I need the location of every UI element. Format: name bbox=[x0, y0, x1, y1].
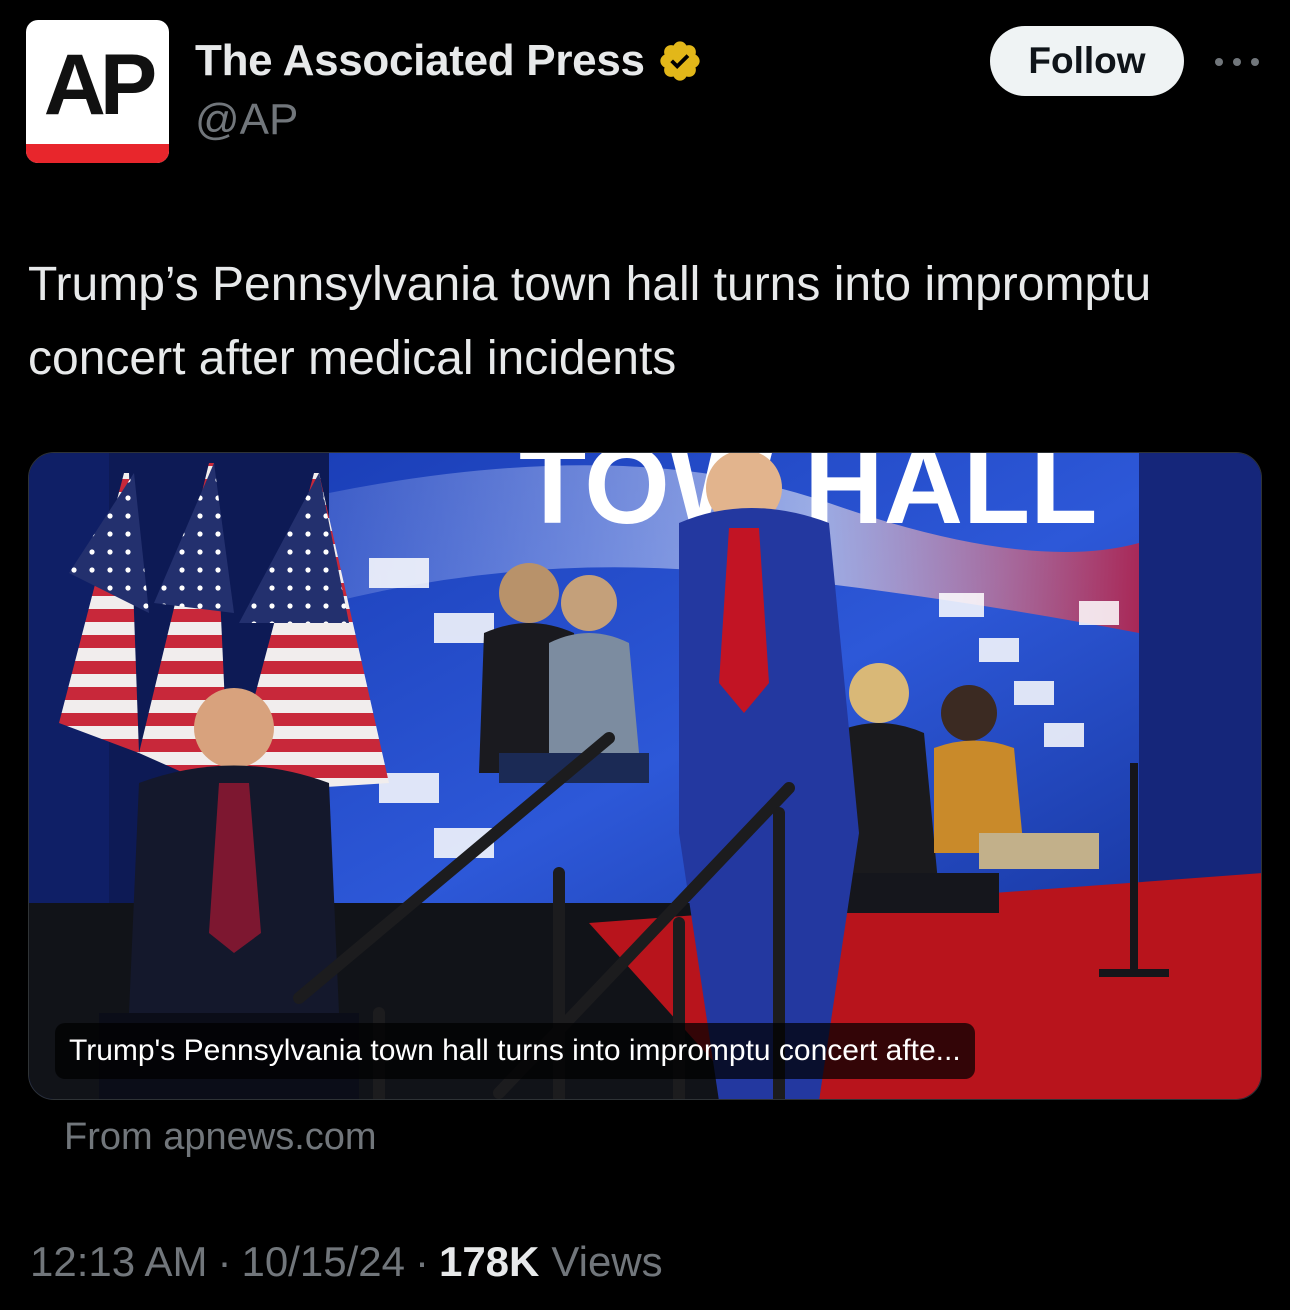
author-name-row[interactable]: The Associated Press bbox=[195, 36, 703, 86]
post-date[interactable]: 10/15/24 bbox=[241, 1238, 405, 1286]
link-source[interactable]: From apnews.com bbox=[64, 1116, 377, 1159]
tweet-meta: 12:13 AM · 10/15/24 · 178K Views bbox=[30, 1238, 663, 1286]
author-name[interactable]: The Associated Press bbox=[195, 36, 645, 86]
avatar[interactable]: AP bbox=[26, 20, 169, 163]
meta-separator: · bbox=[414, 1238, 429, 1285]
ap-logo: AP bbox=[43, 37, 157, 133]
article-photo: TOW HALL bbox=[29, 453, 1261, 1099]
views-count: 178K bbox=[438, 1238, 540, 1285]
views-label: Views bbox=[551, 1238, 663, 1285]
card-caption[interactable]: Trump's Pennsylvania town hall turns int… bbox=[55, 1023, 975, 1079]
link-card[interactable]: TOW HALL Trump's Pennsylvania town hall … bbox=[28, 452, 1262, 1100]
logo-red-bar bbox=[26, 144, 169, 163]
post-time[interactable]: 12:13 AM bbox=[30, 1238, 207, 1286]
follow-button[interactable]: Follow bbox=[990, 26, 1184, 96]
verified-badge-icon bbox=[657, 38, 703, 84]
meta-separator: · bbox=[217, 1238, 232, 1285]
tweet-page: AP The Associated Press @AP Follow Trump… bbox=[0, 0, 1290, 1310]
author-handle[interactable]: @AP bbox=[195, 95, 298, 145]
more-horizontal-icon[interactable] bbox=[1212, 44, 1262, 80]
tweet-text: Trump’s Pennsylvania town hall turns int… bbox=[28, 258, 1152, 385]
